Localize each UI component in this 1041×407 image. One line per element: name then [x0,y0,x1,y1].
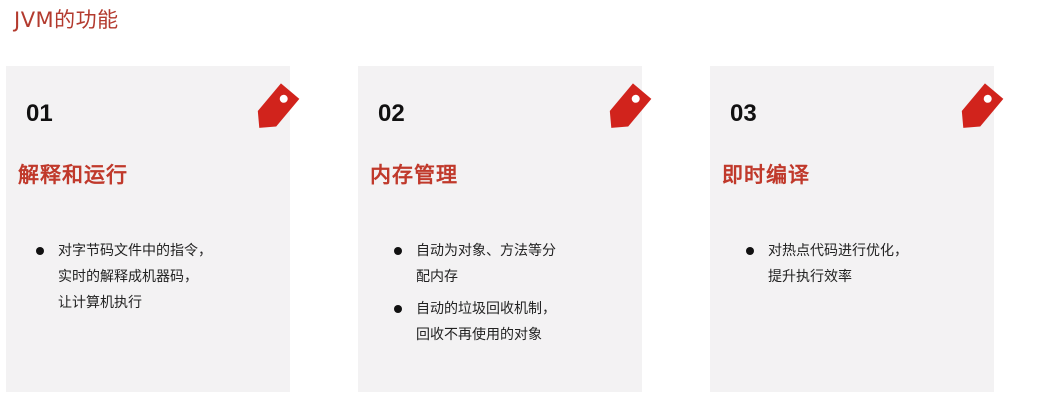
feature-card-jit: 03 即时编译 对热点代码进行优化， 提升执行效率 [710,66,1004,392]
list-item: 对字节码文件中的指令， 实时的解释成机器码， 让计算机执行 [34,238,274,316]
bullet-list: 对热点代码进行优化， 提升执行效率 [744,238,984,296]
card-title: 解释和运行 [18,163,128,187]
page-title: JVM的功能 [14,8,119,32]
bullet-dot-icon [394,247,402,255]
bullet-text: 对字节码文件中的指令， 实时的解释成机器码， 让计算机执行 [58,243,212,311]
bullet-dot-icon [36,247,44,255]
card-number: 02 [378,100,405,127]
list-item: 自动的垃圾回收机制， 回收不再使用的对象 [392,296,632,348]
card-number: 03 [730,100,757,127]
bullet-text: 对热点代码进行优化， 提升执行效率 [768,243,908,285]
card-title: 即时编译 [722,163,810,187]
bullet-list: 自动为对象、方法等分 配内存 自动的垃圾回收机制， 回收不再使用的对象 [392,238,632,354]
bullet-text: 自动为对象、方法等分 配内存 [416,243,556,285]
price-tag-icon [961,83,1004,128]
feature-card-memory: 02 内存管理 自动为对象、方法等分 配内存 自动的垃圾回收机制， 回收不再使用… [358,66,652,392]
feature-card-interpret: 01 解释和运行 对字节码文件中的指令， 实时的解释成机器码， 让计算机执行 [6,66,300,392]
bullet-dot-icon [746,247,754,255]
bullet-text: 自动的垃圾回收机制， 回收不再使用的对象 [416,301,556,343]
price-tag-icon [609,83,652,128]
card-title: 内存管理 [370,163,458,187]
list-item: 对热点代码进行优化， 提升执行效率 [744,238,984,290]
price-tag-icon [257,83,300,128]
bullet-list: 对字节码文件中的指令， 实时的解释成机器码， 让计算机执行 [34,238,274,322]
card-number: 01 [26,100,53,127]
bullet-dot-icon [394,305,402,313]
list-item: 自动为对象、方法等分 配内存 [392,238,632,290]
